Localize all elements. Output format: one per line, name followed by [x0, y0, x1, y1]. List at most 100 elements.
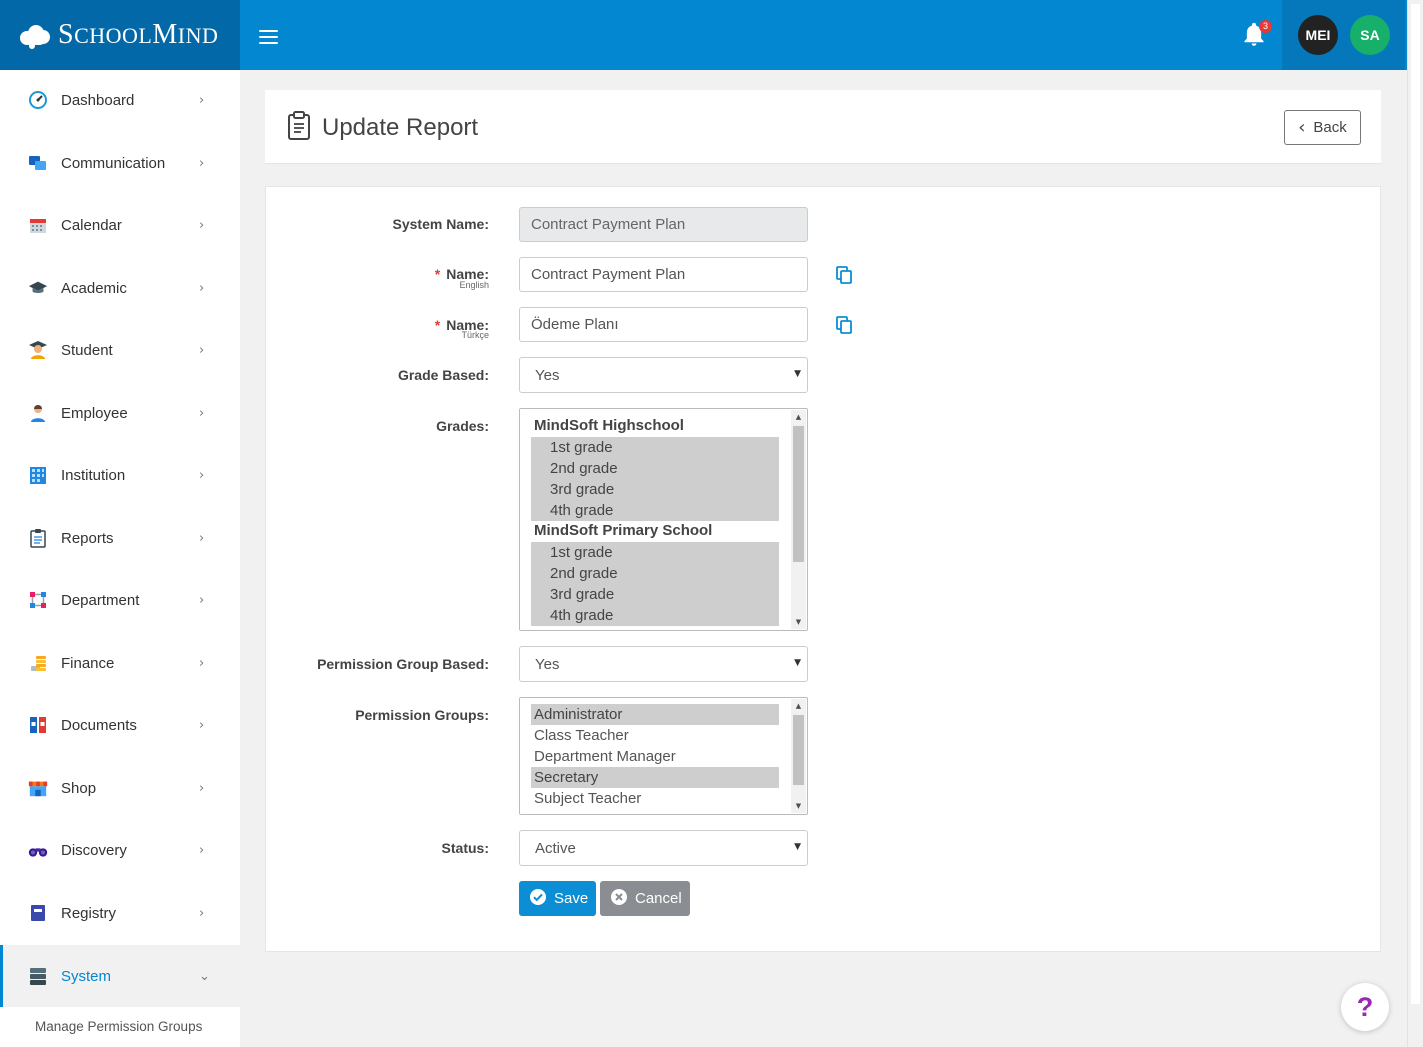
close-circle-icon — [610, 888, 628, 910]
grade-option[interactable]: 1st grade — [531, 437, 779, 458]
binoculars-icon — [28, 840, 48, 860]
check-circle-icon — [529, 888, 547, 910]
permission-groups-scrollbar[interactable]: ▲ ▼ — [791, 699, 806, 813]
chevron-right-icon: › — [199, 780, 205, 796]
grade-option[interactable]: 2nd grade — [531, 458, 779, 479]
grade-option[interactable]: 3rd grade — [531, 479, 779, 500]
permission-group-option[interactable]: Class Teacher — [531, 725, 779, 746]
grade-option[interactable]: 2nd grade — [531, 563, 779, 584]
chevron-right-icon: › — [199, 592, 205, 608]
hamburger-menu-icon[interactable] — [259, 30, 278, 46]
sidebar-item-label: Academic — [61, 279, 127, 297]
chevron-left-icon: ‹ — [1298, 116, 1306, 138]
permission-group-based-value: Yes — [535, 655, 560, 673]
sidebar-item-label: Reports — [61, 529, 114, 547]
avatar-mei[interactable]: MEI — [1298, 15, 1338, 55]
sidebar-item-institution[interactable]: Institution › — [0, 450, 240, 500]
clipboard-icon — [28, 528, 48, 548]
page-scrollbar[interactable] — [1407, 0, 1423, 1047]
permission-groups-label: Permission Groups: — [355, 707, 489, 723]
scroll-down-icon[interactable]: ▼ — [791, 618, 806, 626]
coins-icon — [28, 653, 48, 673]
grade-option[interactable]: 1st grade — [531, 542, 779, 563]
chevron-right-icon: › — [199, 342, 205, 358]
brand-logo[interactable]: SCHOOLMIND — [0, 0, 240, 70]
system-name-field: Contract Payment Plan — [519, 207, 808, 242]
caret-down-icon: ▼ — [794, 658, 801, 668]
notification-bell-icon[interactable]: 3 — [1241, 20, 1272, 50]
sidebar-item-communication[interactable]: Communication › — [0, 138, 240, 188]
copy-icon[interactable] — [836, 316, 853, 334]
permission-group-option[interactable]: Department Manager — [531, 746, 779, 767]
grade-option[interactable]: 4th grade — [531, 500, 779, 521]
permission-group-based-label: Permission Group Based: — [317, 656, 489, 672]
sidebar-item-label: System — [61, 967, 112, 985]
grade-option[interactable]: 4th grade — [531, 605, 779, 626]
page-title: Update Report — [322, 114, 479, 141]
back-button-label: Back — [1313, 119, 1347, 136]
binders-icon — [28, 715, 48, 735]
scroll-down-icon[interactable]: ▼ — [791, 802, 806, 810]
dashboard-gauge-icon — [28, 90, 48, 110]
grade-based-value: Yes — [535, 366, 560, 384]
chevron-right-icon: › — [199, 905, 205, 921]
chevron-right-icon: › — [199, 155, 205, 171]
grade-option[interactable]: 3rd grade — [531, 584, 779, 605]
student-icon — [28, 340, 48, 360]
save-button[interactable]: Save — [519, 881, 596, 916]
permission-groups-multiselect[interactable]: Administrator Class Teacher Department M… — [519, 697, 808, 815]
brand-name: SCHOOLMIND — [58, 19, 219, 50]
permission-group-option[interactable]: Secretary — [531, 767, 779, 788]
grades-optgroup: MindSoft Primary School — [534, 522, 713, 539]
name-turkish-sublabel: Türkçe — [461, 330, 489, 340]
copy-icon[interactable] — [836, 266, 853, 284]
building-icon — [28, 465, 48, 485]
grades-multiselect[interactable]: MindSoft Highschool 1st grade 2nd grade … — [519, 408, 808, 631]
grades-scrollbar[interactable]: ▲ ▼ — [791, 410, 806, 629]
shop-icon — [28, 778, 48, 798]
cancel-button-label: Cancel — [635, 890, 682, 907]
permission-group-option[interactable]: Administrator — [531, 704, 779, 725]
chevron-right-icon: › — [199, 530, 205, 546]
cloud-logo-icon — [20, 23, 50, 49]
permission-group-based-select[interactable]: Yes ▼ — [519, 646, 808, 682]
scrollbar-thumb[interactable] — [793, 426, 804, 562]
scroll-up-icon[interactable]: ▲ — [791, 702, 806, 710]
sidebar-item-label: Employee — [61, 404, 128, 422]
sidebar-subitem-manage-permission-groups[interactable]: Manage Permission Groups — [35, 1019, 202, 1034]
caret-down-icon: ▼ — [794, 842, 801, 852]
sidebar-item-label: Student — [61, 341, 113, 359]
grades-label: Grades: — [436, 418, 489, 434]
clipboard-icon — [287, 111, 311, 146]
sidebar-item-label: Department — [61, 591, 140, 609]
sidebar-item-label: Finance — [61, 654, 115, 672]
status-select[interactable]: Active ▼ — [519, 830, 808, 866]
status-value: Active — [535, 839, 576, 857]
cancel-button[interactable]: Cancel — [600, 881, 690, 916]
save-button-label: Save — [554, 890, 589, 907]
sidebar-item-reports[interactable]: Reports › — [0, 513, 240, 563]
scrollbar-thumb[interactable] — [793, 715, 804, 785]
help-button[interactable]: ? — [1341, 983, 1389, 1031]
chat-bubbles-icon — [28, 153, 48, 173]
sidebar-item-system[interactable]: System ⌄ — [0, 945, 240, 1007]
name-turkish-input[interactable]: Ödeme Planı — [519, 307, 808, 342]
sidebar-item-department[interactable]: Department › — [0, 575, 240, 625]
avatar-sa[interactable]: SA — [1350, 15, 1390, 55]
department-icon — [28, 590, 48, 610]
sidebar-item-shop[interactable]: Shop › — [0, 763, 240, 813]
graduation-cap-icon — [28, 278, 48, 298]
back-button[interactable]: ‹ Back — [1284, 110, 1361, 145]
chevron-right-icon: › — [199, 280, 205, 296]
sidebar-item-registry[interactable]: Registry › — [0, 888, 240, 938]
status-label: Status: — [441, 840, 489, 856]
sidebar-item-dashboard[interactable]: Dashboard › — [0, 75, 240, 125]
book-icon — [28, 903, 48, 923]
grade-based-label: Grade Based: — [397, 367, 489, 383]
permission-group-option[interactable]: Subject Teacher — [531, 788, 779, 809]
grade-based-select[interactable]: Yes ▼ — [519, 357, 808, 393]
employee-icon — [28, 403, 48, 423]
caret-down-icon: ▼ — [794, 369, 801, 379]
scroll-up-icon[interactable]: ▲ — [791, 413, 806, 421]
name-english-input[interactable]: Contract Payment Plan — [519, 257, 808, 292]
